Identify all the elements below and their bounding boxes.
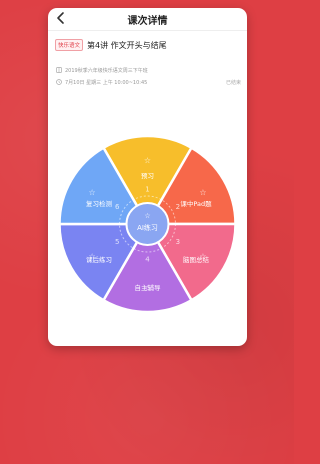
lesson-title-row: 快乐语文 第4讲 作文开头与结尾 [55, 38, 241, 52]
clock-icon [56, 79, 62, 85]
lesson-title: 第4讲 作文开头与结尾 [87, 40, 167, 50]
page-title: 课次详情 [127, 16, 168, 27]
star-icon: ☆ [144, 212, 150, 220]
course-name: 2019秋季六年级快乐语文周三下午班 [65, 67, 148, 74]
star-icon: ☆ [144, 156, 151, 165]
learning-wheel: ☆ 预习 1 ☆ 课中Pad题 2 ☆ 脑图总结 3 ☆ 自主辅导 4 ☆ 课后练习 5 ☆ 复习检测 6 ☆ AI练… [48, 130, 247, 330]
segment-label: 课中Pad题 [180, 199, 212, 208]
segment-number: 1 [145, 186, 149, 194]
course-row: 2019秋季六年级快乐语文周三下午班 [56, 65, 241, 75]
subject-tag: 快乐语文 [55, 39, 84, 51]
lesson-time: 7月10日 星期三 上午 10:00~10:45 [65, 79, 148, 86]
book-icon [56, 67, 62, 73]
segment-label: 复习检测 [86, 199, 113, 208]
segment-number: 4 [145, 256, 150, 264]
segment-number: 3 [176, 238, 180, 246]
segment-number: 2 [176, 203, 180, 211]
segment-label: 脑图总结 [183, 255, 210, 264]
segment-number: 6 [115, 203, 120, 211]
header: 课次详情 [48, 8, 247, 31]
wheel-svg: ☆预习1 ☆课中Pad题2☆脑图总结3☆自主辅导4☆课后练习5☆复习检测 6☆AI练… [58, 134, 237, 314]
status-badge: 已结束 [225, 79, 241, 86]
ai-practice-button[interactable]: ☆ AI练习 [125, 202, 170, 246]
segment-label: 自主辅导 [135, 283, 162, 292]
segment-number: 5 [115, 238, 119, 246]
lesson-detail-card: 课次详情 快乐语文 第4讲 作文开头与结尾 2019秋季六年级快乐语文周三下午班… [48, 8, 247, 346]
center-label: AI练习 [137, 223, 158, 232]
segment-label: 课后练习 [86, 255, 112, 264]
star-icon: ☆ [199, 188, 206, 197]
star-icon: ☆ [88, 188, 95, 197]
time-row: 7月10日 星期三 上午 10:00~10:45 已结束 [56, 77, 241, 87]
segment-label: 预习 [141, 171, 154, 180]
